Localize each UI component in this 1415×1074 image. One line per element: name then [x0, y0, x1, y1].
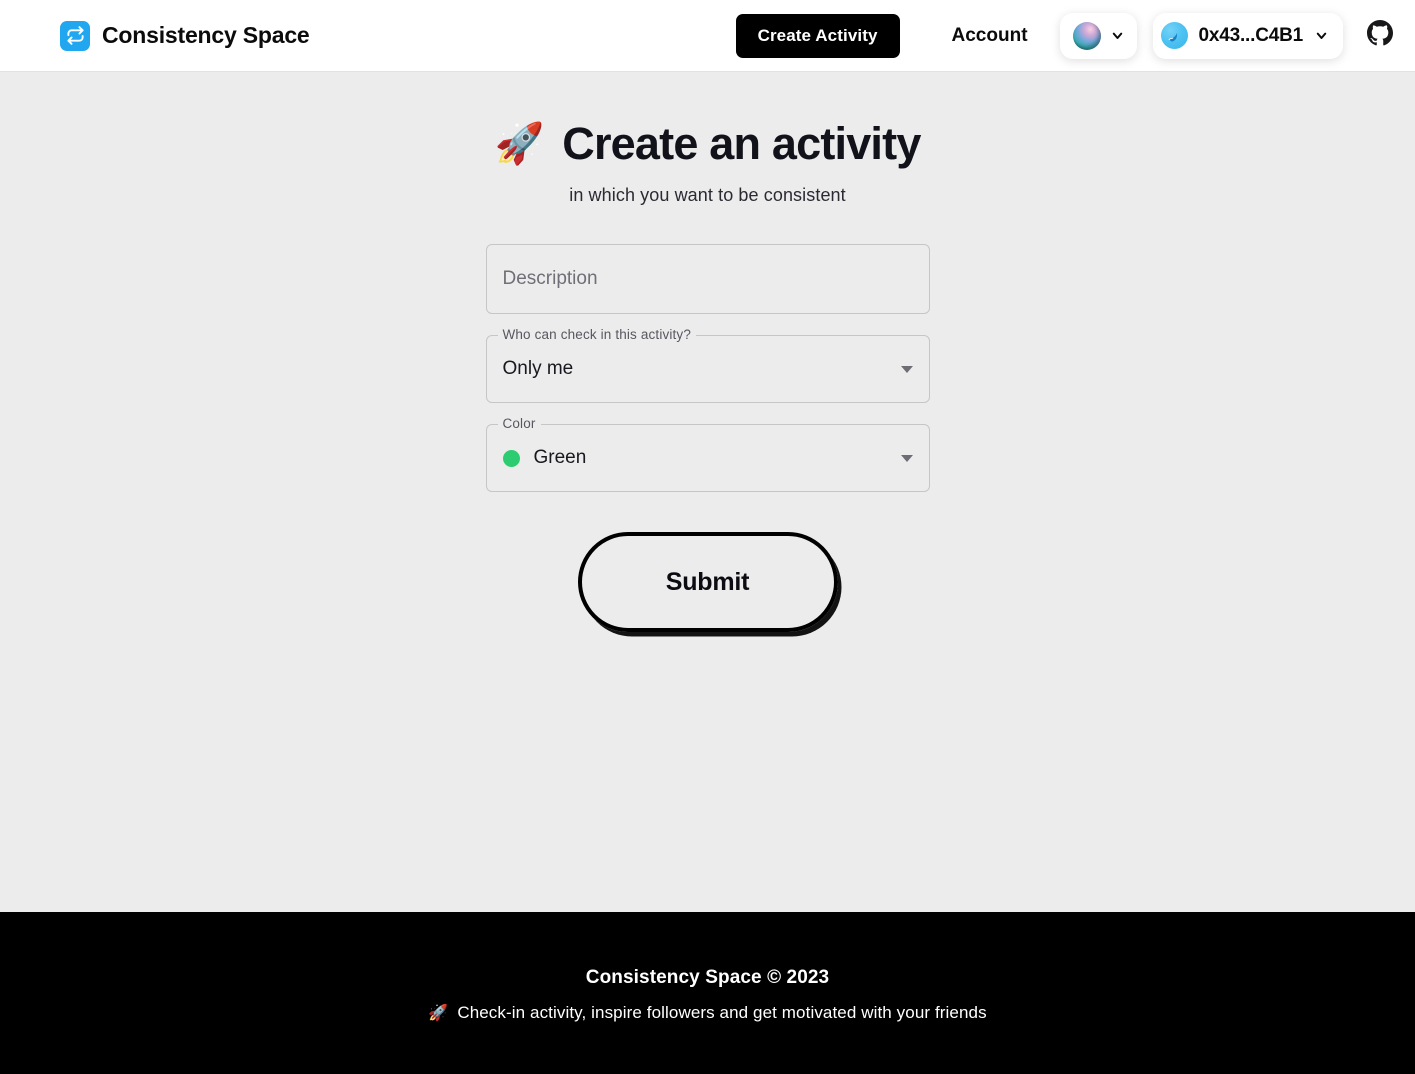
- color-field: Color Green: [485, 417, 930, 493]
- github-link[interactable]: [1363, 16, 1397, 55]
- dropdown-arrow-icon: [900, 365, 913, 373]
- wallet-address-button[interactable]: 0x43...C4B1: [1152, 12, 1343, 59]
- visibility-field: Who can check in this activity? Only me: [485, 328, 930, 404]
- color-swatch-icon: [502, 449, 520, 467]
- page-title: Create an activity: [562, 118, 921, 169]
- github-icon: [1367, 20, 1393, 51]
- wallet-address-label: 0x43...C4B1: [1198, 24, 1304, 46]
- description-input[interactable]: [486, 245, 929, 314]
- network-orb-icon: [1072, 21, 1101, 50]
- rocket-icon: 🚀: [494, 120, 545, 167]
- footer-tagline-text: Check-in activity, inspire followers and…: [457, 1003, 987, 1022]
- page-subtitle: in which you want to be consistent: [569, 185, 846, 206]
- dropdown-arrow-icon: [900, 454, 913, 462]
- page-root: Consistency Space Create Activity Accoun…: [0, 0, 1415, 1074]
- create-activity-button[interactable]: Create Activity: [735, 13, 900, 58]
- visibility-select[interactable]: Who can check in this activity? Only me: [485, 328, 930, 404]
- repeat-sync-icon: [60, 20, 90, 51]
- header-actions: Create Activity Account 0x43...C4B1: [735, 12, 1397, 59]
- color-select-label: Color: [497, 417, 541, 431]
- wallet-avatar-icon: [1160, 22, 1188, 49]
- chevron-down-icon: [1314, 28, 1329, 43]
- app-footer: Consistency Space © 2023 🚀 Check-in acti…: [0, 912, 1415, 1074]
- app-header: Consistency Space Create Activity Accoun…: [0, 0, 1415, 72]
- color-select[interactable]: Color Green: [485, 417, 930, 493]
- submit-row: Submit: [486, 532, 930, 633]
- visibility-select-label: Who can check in this activity?: [497, 328, 696, 342]
- main-content: 🚀 Create an activity in which you want t…: [0, 72, 1415, 912]
- visibility-select-value: Only me: [502, 358, 574, 380]
- color-select-value: Green: [502, 447, 891, 469]
- page-title-row: 🚀 Create an activity: [494, 118, 921, 169]
- color-select-text: Green: [533, 447, 587, 469]
- rocket-icon: 🚀: [428, 1003, 449, 1022]
- submit-button[interactable]: Submit: [577, 532, 838, 633]
- footer-title: Consistency Space © 2023: [585, 967, 830, 988]
- brand-home-link[interactable]: Consistency Space: [60, 20, 310, 51]
- account-link[interactable]: Account: [952, 25, 1028, 47]
- chevron-down-icon: [1110, 28, 1125, 43]
- brand-name: Consistency Space: [102, 22, 310, 48]
- description-outline: [485, 244, 930, 315]
- create-activity-form: Who can check in this activity? Only me …: [485, 244, 930, 633]
- description-field: [485, 244, 930, 315]
- network-selector-button[interactable]: [1059, 12, 1137, 59]
- footer-tagline-row: 🚀 Check-in activity, inspire followers a…: [428, 1003, 986, 1023]
